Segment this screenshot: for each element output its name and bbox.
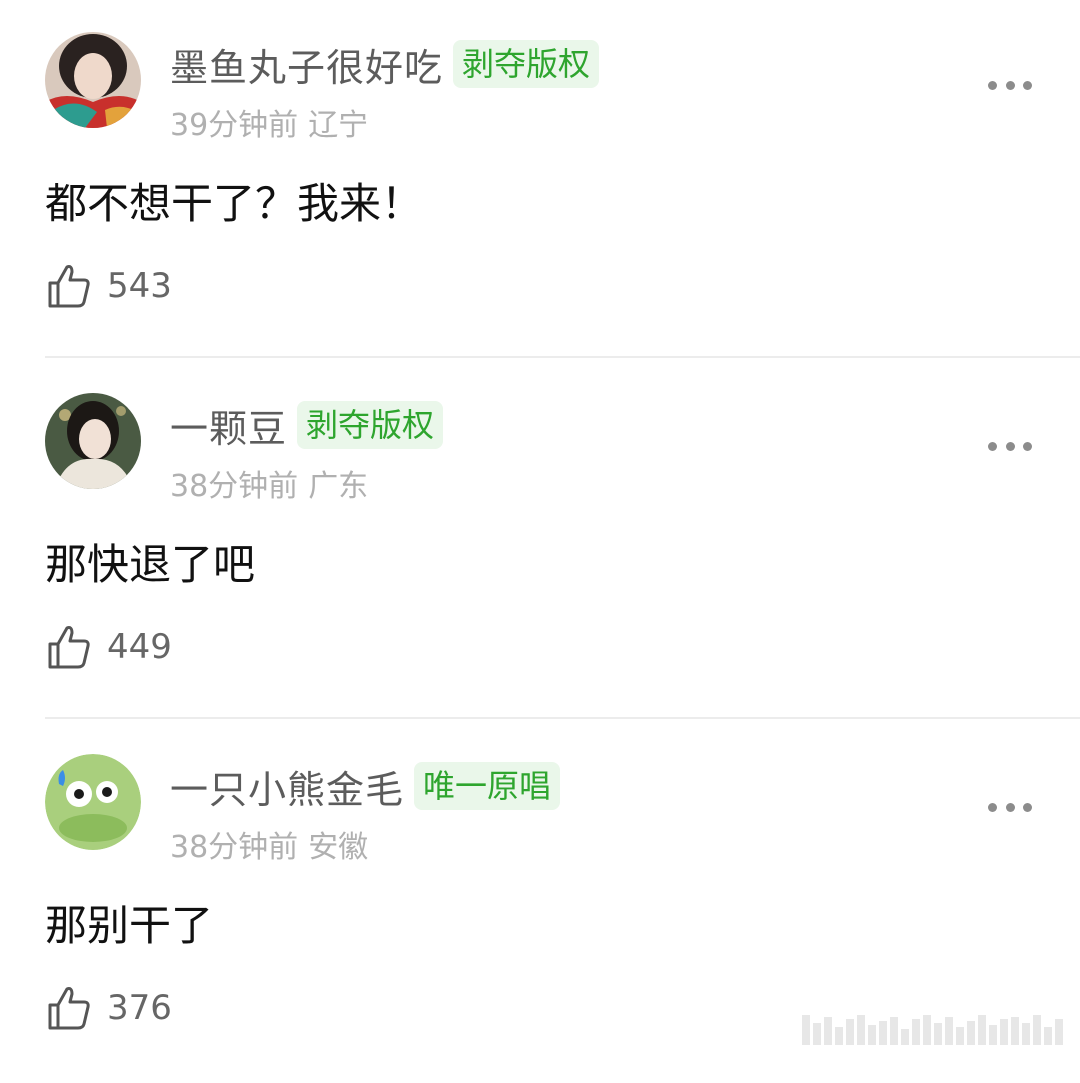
comment-text: 那快退了吧: [45, 540, 256, 589]
thumbs-up-icon: [48, 987, 90, 1030]
like-button[interactable]: 543: [47, 262, 172, 310]
comment-location: 广东: [308, 469, 369, 504]
more-dots-icon[interactable]: [988, 800, 1032, 814]
comment-time: 38分钟前: [170, 830, 299, 865]
comment-item: 墨鱼丸子很好吃 剥夺版权 39分钟前 辽宁 都不想干了？我来！ 543: [0, 0, 1080, 361]
avatar[interactable]: [45, 754, 141, 850]
comment-time: 38分钟前: [170, 469, 299, 504]
divider: [45, 717, 1080, 719]
thumbs-up-icon: [48, 265, 90, 308]
username-row: 墨鱼丸子很好吃 剥夺版权: [170, 37, 600, 92]
user-badge: 剥夺版权: [297, 401, 444, 449]
avatar[interactable]: [45, 393, 141, 489]
divider: [45, 356, 1080, 358]
more-dots-icon[interactable]: [988, 439, 1032, 453]
comment-time: 39分钟前: [170, 108, 299, 143]
user-badge: 唯一原唱: [414, 762, 561, 810]
comment-meta: 39分钟前 辽宁: [170, 100, 368, 144]
avatar[interactable]: [45, 32, 141, 128]
username[interactable]: 一颗豆: [170, 398, 287, 453]
username-row: 一只小熊金毛 唯一原唱: [170, 759, 561, 814]
comment-meta: 38分钟前 广东: [170, 461, 368, 505]
watermark: [802, 1013, 1072, 1045]
comment-text: 都不想干了？我来！: [45, 179, 424, 228]
like-button[interactable]: 376: [47, 984, 172, 1032]
more-dots-icon[interactable]: [988, 78, 1032, 92]
like-count: 543: [107, 266, 172, 306]
comment-item: 一颗豆 剥夺版权 38分钟前 广东 那快退了吧 449: [0, 361, 1080, 722]
comment-meta: 38分钟前 安徽: [170, 822, 368, 866]
comment-text: 那别干了: [45, 901, 214, 950]
thumbs-up-icon: [48, 626, 90, 669]
like-count: 376: [107, 988, 172, 1028]
comment-location: 安徽: [308, 830, 369, 865]
like-button[interactable]: 449: [47, 623, 172, 671]
comment-location: 辽宁: [308, 108, 369, 143]
like-count: 449: [107, 627, 172, 667]
username-row: 一颗豆 剥夺版权: [170, 398, 444, 453]
user-badge: 剥夺版权: [453, 40, 600, 88]
username[interactable]: 一只小熊金毛: [170, 759, 404, 814]
username[interactable]: 墨鱼丸子很好吃: [170, 37, 443, 92]
